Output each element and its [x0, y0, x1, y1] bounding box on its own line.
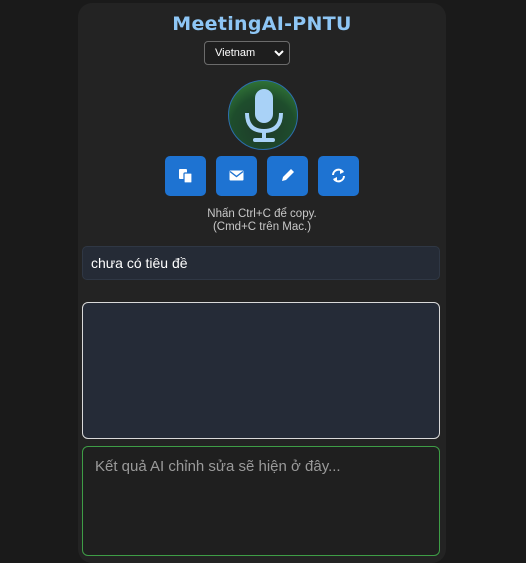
ai-result-textarea[interactable]: Kết quả AI chỉnh sửa sẽ hiện ở đây...: [82, 446, 440, 556]
copy-button[interactable]: [165, 156, 206, 196]
app-panel: MeetingAI-PNTU Vietnam Nhấn Ctrl+C để co…: [78, 3, 446, 563]
copy-hint-line1: Nhấn Ctrl+C để copy.: [207, 208, 317, 220]
language-select[interactable]: Vietnam: [204, 41, 290, 65]
app-title: MeetingAI-PNTU: [172, 13, 352, 35]
email-button[interactable]: [216, 156, 257, 196]
record-button[interactable]: [228, 80, 298, 150]
transcript-textarea[interactable]: [82, 302, 440, 439]
edit-button[interactable]: [267, 156, 308, 196]
language-selected-value: Vietnam: [215, 47, 256, 59]
copy-hint: Nhấn Ctrl+C để copy. (Cmd+C trên Mac.): [78, 208, 446, 234]
refresh-button[interactable]: [318, 156, 359, 196]
chevron-down-icon: [273, 47, 285, 59]
meeting-title-field[interactable]: chưa có tiêu đề: [82, 246, 440, 280]
copy-hint-line2: (Cmd+C trên Mac.): [212, 221, 312, 233]
